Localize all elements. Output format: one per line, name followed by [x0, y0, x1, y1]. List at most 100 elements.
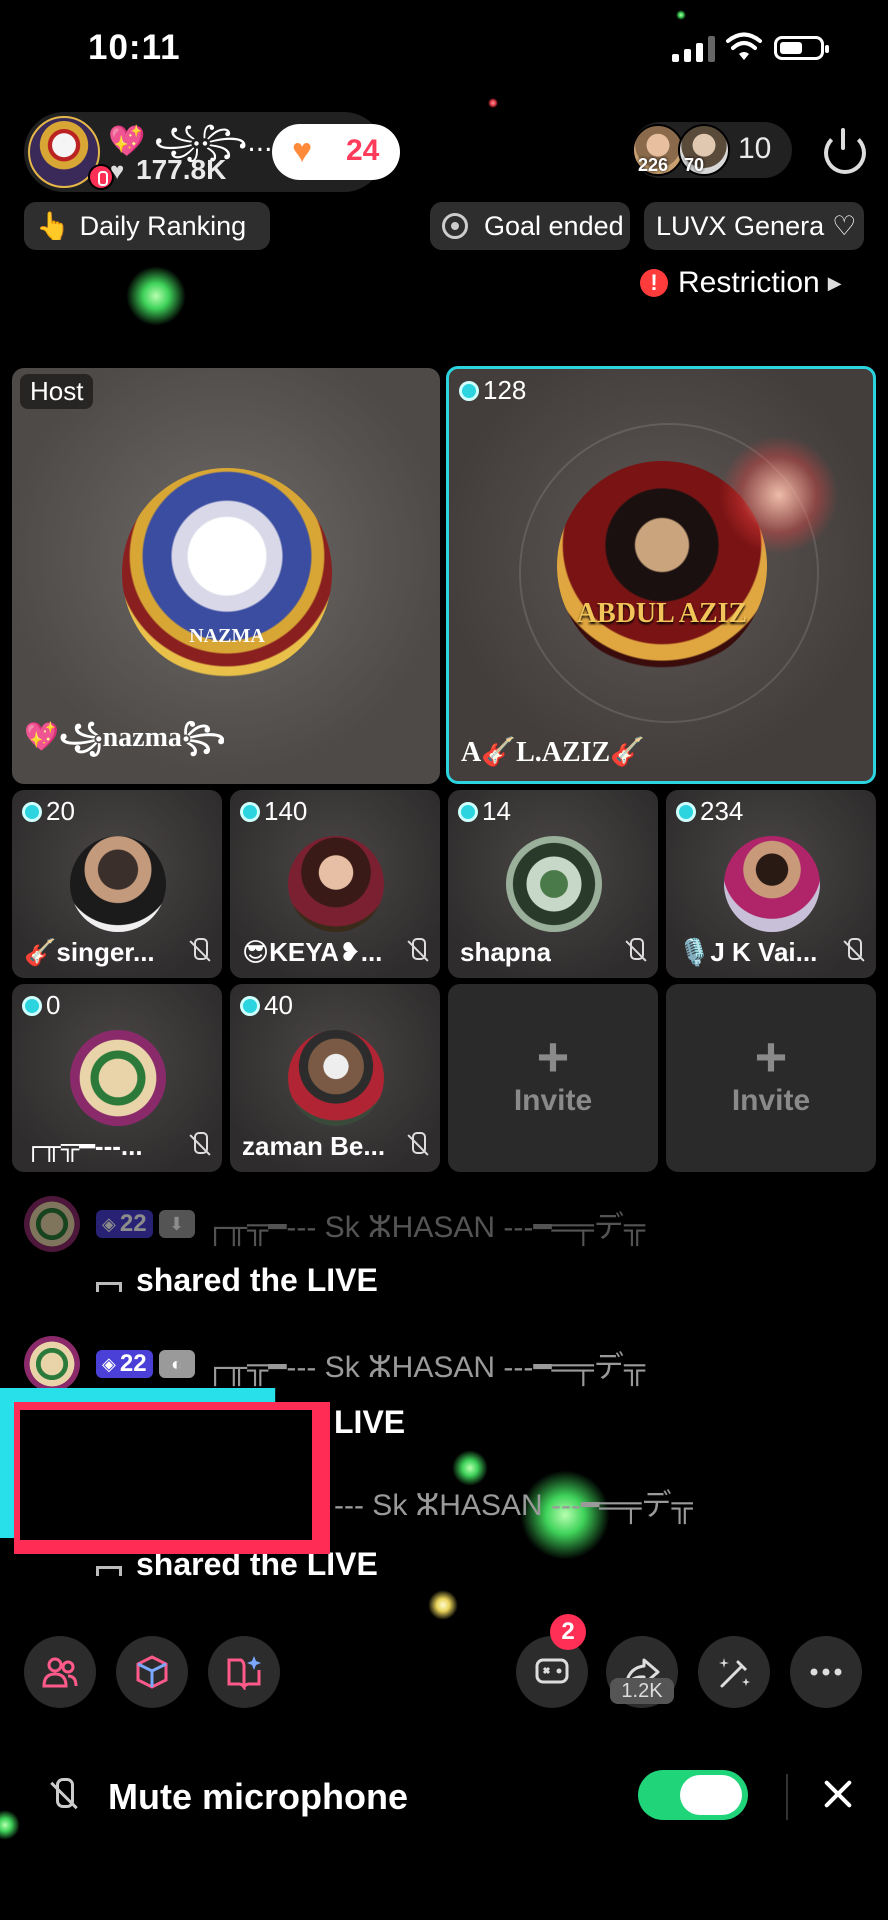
chat-item[interactable]: ◈ 22 ◐ ┌╥╦━--- Sk ⵣHASAN ---━═╤デ╦ [24, 1336, 645, 1392]
viewer-avatar[interactable]: 70 [678, 124, 730, 176]
daily-ranking-badge[interactable]: 👆 Daily Ranking [24, 202, 270, 250]
seat-guest-6[interactable]: 0 ┌╥╦━---... [12, 984, 222, 1172]
mic-muted-icon [406, 938, 428, 964]
invite-label: Invite [513, 1084, 593, 1117]
level-badge: ◈ 22 [96, 1210, 153, 1238]
score-icon [240, 995, 260, 1016]
host-info-pill[interactable]: 💖 ꧁꧂... ♥ 177.8K ♥ 24 [24, 112, 400, 192]
plus-icon: + [754, 1025, 788, 1088]
chat-message: LIVE [334, 1404, 405, 1441]
luvx-badge[interactable]: LUVX Genera ♡ [644, 202, 864, 250]
chat-username[interactable]: ┌╥╦━--- Sk ⵣHASAN ---━═╤デ╦ [205, 1202, 646, 1246]
level-badge: ◈ 22 [96, 1350, 153, 1378]
chat-avatar[interactable] [24, 1196, 80, 1252]
mic-off-icon [48, 1778, 78, 1816]
score-value: 20 [46, 796, 75, 826]
seat-name: 😎KEYA❥... [242, 937, 383, 967]
score-value: 234 [700, 796, 744, 826]
chat-username[interactable]: --- Sk ⵣHASAN ---━═╤デ╦ [334, 1480, 693, 1524]
mic-muted-icon [188, 938, 210, 964]
seat-guest-5[interactable]: 234 🎙️J K Vai... [666, 790, 876, 978]
power-icon[interactable] [824, 128, 866, 174]
seat-score: 40 [240, 990, 293, 1021]
effects-button[interactable] [116, 1636, 188, 1708]
chat-avatar[interactable] [24, 1336, 80, 1392]
luvx-label: LUVX Genera [656, 210, 825, 241]
mic-muted-icon [406, 1132, 428, 1158]
seat-guest-3[interactable]: 140 😎KEYA❥... [230, 790, 440, 978]
plus-icon: + [536, 1025, 570, 1088]
glow-effect [719, 435, 839, 555]
guest-avatar [288, 836, 384, 932]
viewers-pill[interactable]: 226 70 10 [632, 122, 792, 178]
seat-score: 14 [458, 796, 511, 827]
guest-avatar [70, 1030, 166, 1126]
book-button[interactable] [208, 1636, 280, 1708]
score-icon [459, 380, 479, 401]
seat-guest-4[interactable]: 14 shapna [448, 790, 658, 978]
finger-icon: 👆 [36, 211, 70, 241]
status-bar: 10:11 [0, 0, 888, 100]
restriction-link[interactable]: ! Restriction ▶ [640, 266, 842, 300]
beauty-button[interactable] [698, 1636, 770, 1708]
chat-item[interactable]: ◈ 22 ⬇ ┌╥╦━--- Sk ⵣHASAN ---━═╤デ╦ [24, 1196, 645, 1252]
seat-score: 140 [240, 796, 307, 827]
chat-item[interactable]: --- Sk ⵣHASAN ---━═╤デ╦ [334, 1480, 693, 1524]
seat-name: shapna [460, 937, 552, 967]
chat-message: shared the LIVE [96, 1262, 378, 1299]
people-icon [42, 1657, 78, 1688]
viewer-avatar[interactable]: 226 [632, 124, 684, 176]
goal-badge[interactable]: Goal ended [430, 202, 630, 250]
guest-avatar [288, 1030, 384, 1126]
score-icon [240, 801, 260, 822]
chat-message-text: shared the LIVE [136, 1262, 378, 1298]
seat-guest-2[interactable]: 20 🎸singer... [12, 790, 222, 978]
seat-score: 234 [676, 796, 743, 827]
overlay-block [0, 1388, 330, 1554]
chevron-right-icon: ▶ [827, 272, 842, 293]
book-sparkle-icon [227, 1656, 261, 1690]
mute-toggle[interactable] [638, 1770, 748, 1820]
score-value: 128 [483, 375, 527, 405]
chat-message-text: LIVE [334, 1404, 406, 1440]
seat-name: zaman Be... [242, 1131, 386, 1161]
daily-ranking-label: Daily Ranking [79, 210, 247, 241]
seat-name: 🎸singer... [24, 937, 155, 967]
seat-name: A🎸L.AZIZ🎸 [461, 737, 646, 768]
seat-score: 0 [22, 990, 60, 1021]
score-icon [22, 995, 42, 1016]
mute-microphone-bar: Mute microphone [0, 1756, 888, 1836]
more-button[interactable] [790, 1636, 862, 1708]
diamond-icon: ◈ [102, 1353, 116, 1374]
viewer-count: 10 [738, 132, 772, 165]
seat-score: 128 [459, 375, 526, 406]
score-value: 40 [264, 990, 293, 1020]
host-likes: 177.8K [136, 154, 227, 185]
follow-button[interactable]: ♥ 24 [272, 124, 400, 180]
cube-icon [136, 1655, 168, 1689]
restriction-label: Restriction [678, 266, 820, 299]
guest-avatar [724, 836, 820, 932]
guest-avatar [506, 836, 602, 932]
share-icon [96, 1281, 122, 1292]
invite-seat-1[interactable]: + Invite [448, 984, 658, 1172]
share-icon [96, 1565, 122, 1576]
more-dots-icon [810, 1668, 842, 1676]
invite-seat-2[interactable]: + Invite [666, 984, 876, 1172]
heart-icon: ♥ [292, 132, 313, 170]
close-icon[interactable] [820, 1776, 856, 1812]
guests-button[interactable] [24, 1636, 96, 1708]
score-value: 0 [46, 990, 61, 1020]
fan-badge: ⬇ [158, 1210, 195, 1238]
chat-username[interactable]: ┌╥╦━--- Sk ⵣHASAN ---━═╤デ╦ [205, 1342, 646, 1386]
seat-guest-1[interactable]: 128 ABDUL AZIZ A🎸L.AZIZ🎸 [446, 366, 876, 784]
seat-host[interactable]: Host NAZMA 💖꧁nazma꧂🌟💫 [12, 368, 440, 784]
seat-guest-7[interactable]: 40 zaman Be... [230, 984, 440, 1172]
battery-icon [774, 36, 829, 60]
score-icon [458, 801, 478, 822]
mic-muted-icon [842, 938, 864, 964]
score-value: 140 [264, 796, 308, 826]
warning-icon: ! [640, 269, 668, 297]
level-value: 22 [119, 1350, 147, 1377]
follow-count: 24 [346, 134, 380, 167]
